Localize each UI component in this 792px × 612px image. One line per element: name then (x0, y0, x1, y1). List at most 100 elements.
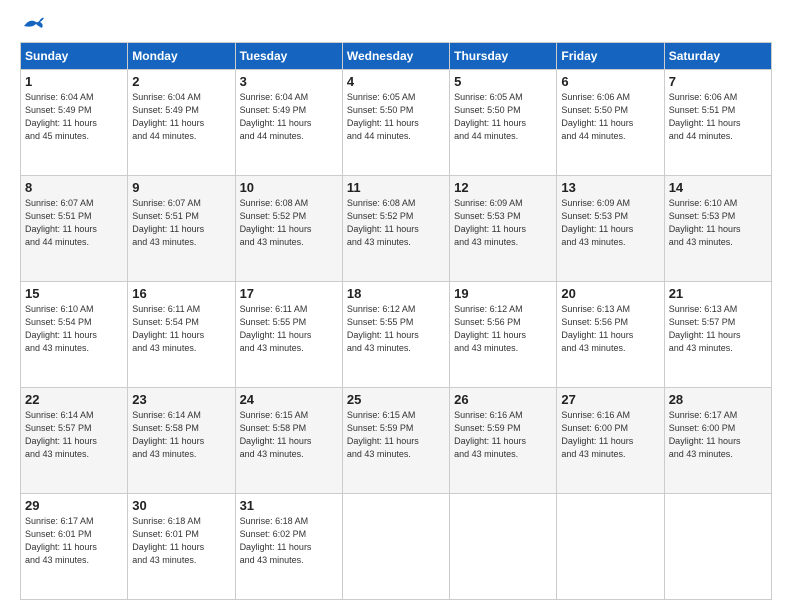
calendar-cell: 24Sunrise: 6:15 AM Sunset: 5:58 PM Dayli… (235, 388, 342, 494)
day-number: 3 (240, 74, 338, 89)
calendar-cell: 4 Sunrise: 6:05 AM Sunset: 5:50 PM Daylig… (342, 70, 449, 176)
calendar-cell: 5 Sunrise: 6:05 AM Sunset: 5:50 PM Daylig… (450, 70, 557, 176)
calendar-header-row: SundayMondayTuesdayWednesdayThursdayFrid… (21, 43, 772, 70)
day-number: 22 (25, 392, 123, 407)
day-number: 20 (561, 286, 659, 301)
calendar-cell (342, 494, 449, 600)
calendar-cell: 14 Sunrise: 6:10 AM Sunset: 5:53 PM Dayli… (664, 176, 771, 282)
day-number: 9 (132, 180, 230, 195)
day-number: 19 (454, 286, 552, 301)
calendar-cell: 12 Sunrise: 6:09 AM Sunset: 5:53 PM Dayli… (450, 176, 557, 282)
day-info: Sunrise: 6:04 AM Sunset: 5:49 PM Dayligh… (132, 91, 230, 143)
day-info: Sunrise: 6:16 AM Sunset: 6:00 PM Dayligh… (561, 409, 659, 461)
day-info: Sunrise: 6:17 AM Sunset: 6:01 PM Dayligh… (25, 515, 123, 567)
calendar-cell: 26 Sunrise: 6:16 AM Sunset: 5:59 PM Dayli… (450, 388, 557, 494)
day-number: 4 (347, 74, 445, 89)
calendar-cell: 25 Sunrise: 6:15 AM Sunset: 5:59 PM Dayli… (342, 388, 449, 494)
day-info: Sunrise: 6:12 AM Sunset: 5:56 PM Dayligh… (454, 303, 552, 355)
day-number: 29 (25, 498, 123, 513)
calendar-cell: 21 Sunrise: 6:13 AM Sunset: 5:57 PM Dayli… (664, 282, 771, 388)
day-info: Sunrise: 6:18 AM Sunset: 6:02 PM Dayligh… (240, 515, 338, 567)
calendar-cell: 18Sunrise: 6:12 AM Sunset: 5:55 PM Dayli… (342, 282, 449, 388)
header-cell-monday: Monday (128, 43, 235, 70)
day-number: 10 (240, 180, 338, 195)
calendar-cell: 1 Sunrise: 6:04 AM Sunset: 5:49 PM Daylig… (21, 70, 128, 176)
day-number: 28 (669, 392, 767, 407)
calendar-cell: 3Sunrise: 6:04 AM Sunset: 5:49 PM Daylig… (235, 70, 342, 176)
day-number: 1 (25, 74, 123, 89)
calendar-week-row: 1 Sunrise: 6:04 AM Sunset: 5:49 PM Daylig… (21, 70, 772, 176)
calendar-cell: 17 Sunrise: 6:11 AM Sunset: 5:55 PM Dayli… (235, 282, 342, 388)
day-number: 2 (132, 74, 230, 89)
day-number: 8 (25, 180, 123, 195)
day-number: 21 (669, 286, 767, 301)
day-number: 27 (561, 392, 659, 407)
day-number: 11 (347, 180, 445, 195)
day-info: Sunrise: 6:09 AM Sunset: 5:53 PM Dayligh… (454, 197, 552, 249)
day-info: Sunrise: 6:07 AM Sunset: 5:51 PM Dayligh… (132, 197, 230, 249)
calendar-cell: 13 Sunrise: 6:09 AM Sunset: 5:53 PM Dayli… (557, 176, 664, 282)
day-info: Sunrise: 6:14 AM Sunset: 5:58 PM Dayligh… (132, 409, 230, 461)
day-number: 5 (454, 74, 552, 89)
day-number: 23 (132, 392, 230, 407)
header-cell-friday: Friday (557, 43, 664, 70)
day-info: Sunrise: 6:11 AM Sunset: 5:55 PM Dayligh… (240, 303, 338, 355)
header (20, 16, 772, 32)
calendar-cell: 20 Sunrise: 6:13 AM Sunset: 5:56 PM Dayli… (557, 282, 664, 388)
day-info: Sunrise: 6:12 AM Sunset: 5:55 PM Dayligh… (347, 303, 445, 355)
calendar-week-row: 22 Sunrise: 6:14 AM Sunset: 5:57 PM Dayli… (21, 388, 772, 494)
calendar-cell: 30 Sunrise: 6:18 AM Sunset: 6:01 PM Dayli… (128, 494, 235, 600)
calendar-week-row: 8 Sunrise: 6:07 AM Sunset: 5:51 PM Daylig… (21, 176, 772, 282)
calendar-cell: 27 Sunrise: 6:16 AM Sunset: 6:00 PM Dayli… (557, 388, 664, 494)
calendar-table: SundayMondayTuesdayWednesdayThursdayFrid… (20, 42, 772, 600)
day-number: 13 (561, 180, 659, 195)
day-info: Sunrise: 6:16 AM Sunset: 5:59 PM Dayligh… (454, 409, 552, 461)
calendar-cell: 9 Sunrise: 6:07 AM Sunset: 5:51 PM Daylig… (128, 176, 235, 282)
calendar-cell: 8Sunrise: 6:07 AM Sunset: 5:51 PM Daylig… (21, 176, 128, 282)
day-info: Sunrise: 6:13 AM Sunset: 5:57 PM Dayligh… (669, 303, 767, 355)
calendar-cell: 22 Sunrise: 6:14 AM Sunset: 5:57 PM Dayli… (21, 388, 128, 494)
calendar-cell: 31Sunrise: 6:18 AM Sunset: 6:02 PM Dayli… (235, 494, 342, 600)
day-info: Sunrise: 6:13 AM Sunset: 5:56 PM Dayligh… (561, 303, 659, 355)
day-info: Sunrise: 6:08 AM Sunset: 5:52 PM Dayligh… (347, 197, 445, 249)
header-cell-wednesday: Wednesday (342, 43, 449, 70)
day-info: Sunrise: 6:09 AM Sunset: 5:53 PM Dayligh… (561, 197, 659, 249)
day-number: 26 (454, 392, 552, 407)
day-number: 25 (347, 392, 445, 407)
calendar-cell: 15 Sunrise: 6:10 AM Sunset: 5:54 PM Dayli… (21, 282, 128, 388)
day-number: 30 (132, 498, 230, 513)
day-number: 14 (669, 180, 767, 195)
header-cell-saturday: Saturday (664, 43, 771, 70)
day-info: Sunrise: 6:06 AM Sunset: 5:50 PM Dayligh… (561, 91, 659, 143)
day-info: Sunrise: 6:10 AM Sunset: 5:54 PM Dayligh… (25, 303, 123, 355)
calendar-cell: 23 Sunrise: 6:14 AM Sunset: 5:58 PM Dayli… (128, 388, 235, 494)
calendar-cell (450, 494, 557, 600)
calendar-cell (557, 494, 664, 600)
day-info: Sunrise: 6:04 AM Sunset: 5:49 PM Dayligh… (25, 91, 123, 143)
calendar-cell: 28Sunrise: 6:17 AM Sunset: 6:00 PM Dayli… (664, 388, 771, 494)
day-info: Sunrise: 6:18 AM Sunset: 6:01 PM Dayligh… (132, 515, 230, 567)
header-cell-sunday: Sunday (21, 43, 128, 70)
calendar-cell: 7Sunrise: 6:06 AM Sunset: 5:51 PM Daylig… (664, 70, 771, 176)
day-info: Sunrise: 6:14 AM Sunset: 5:57 PM Dayligh… (25, 409, 123, 461)
day-number: 15 (25, 286, 123, 301)
calendar-cell: 10Sunrise: 6:08 AM Sunset: 5:52 PM Dayli… (235, 176, 342, 282)
calendar-week-row: 29 Sunrise: 6:17 AM Sunset: 6:01 PM Dayli… (21, 494, 772, 600)
day-info: Sunrise: 6:05 AM Sunset: 5:50 PM Dayligh… (454, 91, 552, 143)
day-info: Sunrise: 6:10 AM Sunset: 5:53 PM Dayligh… (669, 197, 767, 249)
day-info: Sunrise: 6:05 AM Sunset: 5:50 PM Dayligh… (347, 91, 445, 143)
calendar-cell: 2 Sunrise: 6:04 AM Sunset: 5:49 PM Daylig… (128, 70, 235, 176)
day-info: Sunrise: 6:06 AM Sunset: 5:51 PM Dayligh… (669, 91, 767, 143)
header-cell-thursday: Thursday (450, 43, 557, 70)
day-number: 12 (454, 180, 552, 195)
day-number: 6 (561, 74, 659, 89)
calendar-body: 1 Sunrise: 6:04 AM Sunset: 5:49 PM Daylig… (21, 70, 772, 600)
calendar-cell: 29 Sunrise: 6:17 AM Sunset: 6:01 PM Dayli… (21, 494, 128, 600)
page: SundayMondayTuesdayWednesdayThursdayFrid… (0, 0, 792, 612)
calendar-week-row: 15 Sunrise: 6:10 AM Sunset: 5:54 PM Dayli… (21, 282, 772, 388)
day-info: Sunrise: 6:15 AM Sunset: 5:59 PM Dayligh… (347, 409, 445, 461)
logo-bird-icon (22, 16, 44, 34)
day-number: 24 (240, 392, 338, 407)
day-number: 17 (240, 286, 338, 301)
day-number: 16 (132, 286, 230, 301)
